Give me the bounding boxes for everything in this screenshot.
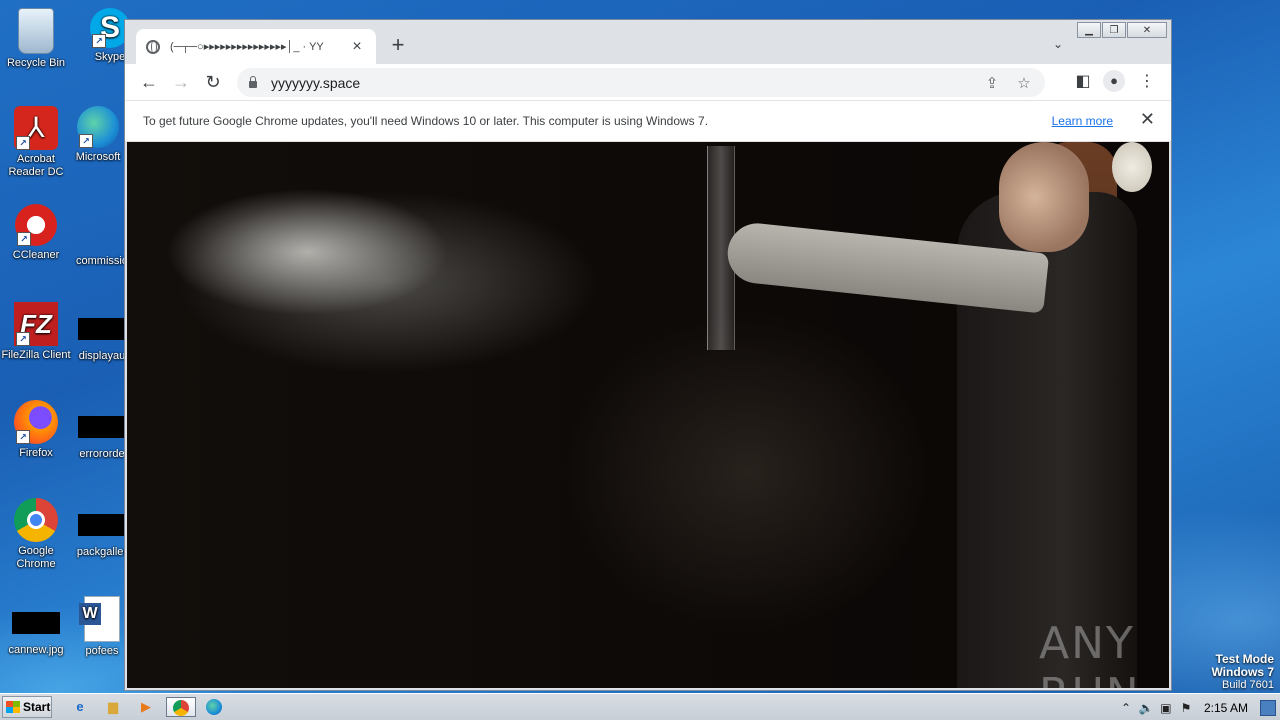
image-file-icon: [12, 612, 60, 634]
chrome-icon: [14, 498, 58, 542]
taskbar: Start e ▆ ▶ ⌃ 🔈 ▣ ⚑ 2:15 AM: [0, 693, 1280, 720]
test-mode-line3: Build 7601: [1222, 679, 1274, 691]
desktop-icon-label: Recycle Bin: [6, 57, 66, 69]
anyrun-watermark: ANY RUN: [1039, 618, 1169, 688]
recycle-bin-icon: [18, 8, 54, 54]
desktop-icon-label: Google Chrome: [16, 545, 56, 570]
edge-icon: [206, 699, 222, 715]
learn-more-link[interactable]: Learn more: [1052, 114, 1113, 128]
start-button[interactable]: Start: [2, 696, 52, 718]
tab-active[interactable]: (─┬─○▸▸▸▸▸▸▸▸▸▸▸▸▸▸▸│_ · YY ×: [136, 29, 376, 64]
desktop-icon-label: Acrobat Reader DC: [8, 153, 64, 178]
file-icon: [78, 416, 126, 438]
desktop-icon-google-chrome[interactable]: Google Chrome: [0, 498, 74, 571]
page-content[interactable]: ANY RUN: [127, 142, 1169, 688]
test-mode-watermark: Test Mode Windows 7 Build 7601: [1211, 653, 1274, 692]
desktop-icon-filezilla[interactable]: FZ ↗ FileZilla Client: [0, 302, 74, 362]
taskbar-edge-button[interactable]: [202, 697, 226, 717]
word-icon: [79, 596, 120, 642]
desktop-icon-label: errororde: [79, 448, 125, 460]
update-infobar: To get future Google Chrome updates, you…: [125, 101, 1171, 142]
firefox-icon: ↗: [14, 400, 58, 444]
profile-button[interactable]: ●: [1103, 70, 1127, 94]
desktop-icon-label: cannew.jpg: [8, 644, 64, 656]
chrome-icon: [173, 700, 189, 716]
tab-title: (─┬─○▸▸▸▸▸▸▸▸▸▸▸▸▸▸▸│_ · YY: [170, 41, 324, 53]
ccleaner-icon: ↗: [15, 204, 57, 246]
globe-icon: [146, 39, 160, 54]
desktop-icon-label: CCleaner: [12, 249, 60, 261]
network-icon[interactable]: ▣: [1156, 701, 1176, 715]
desktop-icon-recycle-bin[interactable]: Recycle Bin: [0, 8, 74, 70]
menu-kebab-icon[interactable]: ⋮: [1135, 70, 1159, 94]
test-mode-line2: Windows 7: [1211, 665, 1274, 679]
infobar-message: To get future Google Chrome updates, you…: [143, 114, 709, 128]
infobar-close-icon[interactable]: ✕: [1140, 109, 1155, 130]
action-center-flag-icon[interactable]: ⚑: [1176, 701, 1196, 715]
desktop-icon-label: Skype: [94, 51, 126, 63]
windows-logo-icon: [6, 701, 20, 713]
desktop-icon-ccleaner[interactable]: ↗ CCleaner: [0, 204, 74, 262]
desktop-icon-label: displayau: [78, 350, 126, 362]
side-panel-icon[interactable]: ◧: [1071, 70, 1095, 94]
video-figure-head: [999, 142, 1089, 252]
tab-search-chevron-down-icon[interactable]: ⌄: [1053, 37, 1063, 51]
file-icon: [78, 514, 126, 536]
media-player-icon[interactable]: ▶: [134, 697, 158, 717]
edge-icon: ↗: [77, 106, 119, 148]
desktop-icon-label: commissio: [76, 255, 128, 267]
desktop-icon-label: Microsoft: [75, 151, 121, 163]
show-desktop-button[interactable]: [1260, 699, 1276, 716]
desktop-icon-label: packgaller: [76, 546, 128, 558]
avatar-icon: ●: [1103, 70, 1125, 92]
browser-toolbar: ← → ↻ yyyyyyy.space ⇪ ☆ ◧ ● ⋮: [125, 64, 1171, 101]
bookmark-star-icon[interactable]: ☆: [1013, 74, 1035, 92]
filezilla-icon: FZ ↗: [14, 302, 58, 346]
address-bar[interactable]: yyyyyyy.space ⇪ ☆: [237, 68, 1045, 97]
desktop-icon-cannew[interactable]: cannew.jpg: [0, 596, 74, 657]
taskbar-chrome-button[interactable]: [166, 697, 196, 717]
desktop-icon-label: pofees: [85, 645, 119, 657]
file-icon: [78, 204, 126, 252]
reload-icon[interactable]: ↻: [201, 70, 225, 94]
desktop-icon-firefox[interactable]: ↗ Firefox: [0, 400, 74, 460]
video-frame[interactable]: [127, 142, 1169, 688]
folder-icon[interactable]: ▆: [101, 697, 125, 717]
tab-close-icon[interactable]: ×: [348, 38, 366, 56]
url-text[interactable]: yyyyyyy.space: [271, 75, 981, 91]
desktop-icon-label: Firefox: [19, 447, 53, 459]
forward-arrow-icon[interactable]: →: [169, 70, 193, 94]
chrome-window: ▁ ❐ ✕ (─┬─○▸▸▸▸▸▸▸▸▸▸▸▸▸▸▸│_ · YY × + ⌄ …: [124, 19, 1172, 691]
new-tab-button[interactable]: +: [387, 34, 409, 56]
start-label: Start: [23, 700, 51, 714]
lock-icon[interactable]: [249, 76, 257, 88]
volume-icon[interactable]: 🔈: [1136, 701, 1156, 715]
back-arrow-icon[interactable]: ←: [137, 70, 161, 94]
watermark-text: ANY RUN: [1039, 618, 1139, 688]
show-hidden-icons-icon[interactable]: ⌃: [1116, 701, 1136, 715]
file-icon: [78, 318, 126, 340]
video-hair-flower: [1112, 142, 1152, 192]
system-tray: ⌃ 🔈 ▣ ⚑ 2:15 AM: [1116, 694, 1280, 720]
acrobat-icon: ⅄ ↗: [14, 106, 58, 150]
tab-strip: (─┬─○▸▸▸▸▸▸▸▸▸▸▸▸▸▸▸│_ · YY × + ⌄: [125, 20, 1171, 64]
share-icon[interactable]: ⇪: [981, 74, 1003, 92]
desktop-icon-label: FileZilla Client: [1, 349, 71, 361]
internet-explorer-icon[interactable]: e: [68, 697, 92, 717]
clock[interactable]: 2:15 AM: [1204, 701, 1248, 715]
